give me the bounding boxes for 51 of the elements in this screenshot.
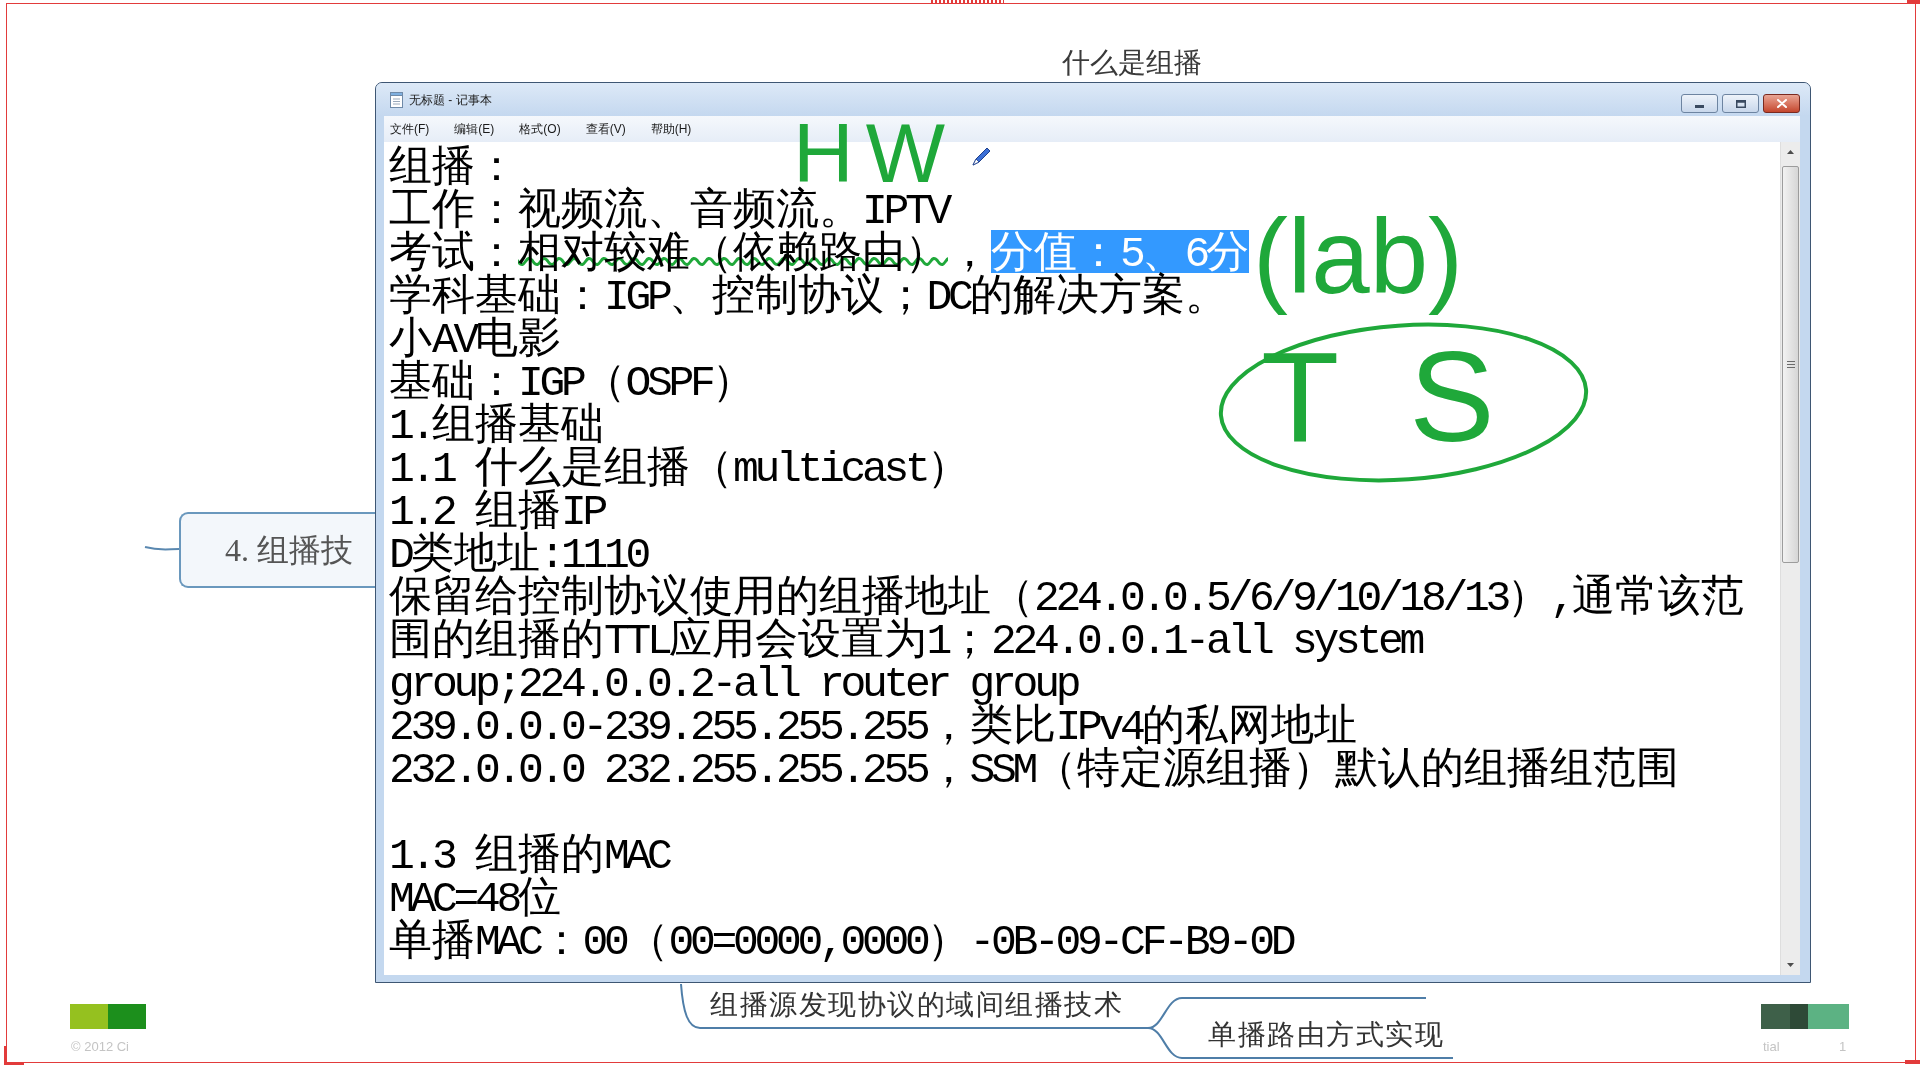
page-number: 1	[1839, 1039, 1847, 1055]
text-line: 基础：IGP（OSPF）	[389, 359, 755, 402]
dashed-marker-icon	[931, 0, 1004, 4]
close-button[interactable]	[1763, 94, 1800, 113]
text-line: 1.2 组播IP	[389, 488, 605, 531]
footer-text: tial	[1763, 1039, 1780, 1055]
text-line: 小AV电影	[389, 316, 561, 359]
menu-item[interactable]: 格式(O)	[513, 119, 567, 139]
corner-mark-icon	[4, 1046, 24, 1065]
minimize-button[interactable]	[1681, 94, 1718, 113]
text-line: 1.1 什么是组播（multicast）	[389, 445, 970, 488]
connector-line	[144, 546, 180, 551]
minimize-icon	[1695, 105, 1704, 108]
tile-logo-icon	[1761, 1004, 1849, 1029]
text-line: 单播MAC：00（00=0000,0000）-0B-09-CF-B9-0D	[389, 918, 1293, 961]
slide-title: 什么是组播	[1062, 47, 1202, 79]
menu-item[interactable]: 文件(F)	[384, 119, 436, 139]
text-line: group;224.0.0.2-all router group	[389, 660, 1078, 703]
corner-mark-icon	[1907, 0, 1920, 4]
mind-map-node: 单播路由方式实现	[1182, 1019, 1453, 1059]
menu-item[interactable]: 查看(V)	[579, 119, 632, 139]
text-line: 围的组播的TTL应用会设置为1；224.0.0.1-all system	[389, 617, 1422, 660]
mind-map-node: 组播源发现协议的域间组播技术	[700, 989, 1148, 1029]
connector-line	[680, 983, 701, 1029]
text-line: MAC=48位	[389, 875, 562, 918]
maximize-button[interactable]	[1722, 94, 1759, 113]
text-line: 1.3 组播的MAC	[389, 832, 669, 875]
text-line: 工作：视频流、音频流。IPTV	[389, 187, 949, 230]
text-line: 组播：	[389, 144, 518, 187]
menu-item[interactable]: 帮助(H)	[644, 119, 698, 139]
selected-text: 分值：5、6分	[991, 230, 1250, 273]
text-line: 1.组播基础	[389, 402, 604, 445]
handwritten-text: HW	[793, 122, 957, 185]
handwritten-text: TS	[1261, 333, 1495, 461]
corner-mark-icon	[1905, 1060, 1920, 1064]
text-line: 学科基础：IGP、控制协议；DC的解决方案。	[389, 273, 1228, 316]
pen-cursor-icon	[972, 146, 992, 166]
notepad-icon	[390, 91, 403, 108]
handwritten-text: (lab)	[1253, 197, 1464, 317]
grip-icon	[1786, 361, 1795, 368]
close-icon	[1776, 99, 1787, 108]
text-line: 保留给控制协议使用的组播地址（224.0.0.5/6/9/10/18/13）,通常该范	[389, 574, 1744, 617]
scrollbar[interactable]	[1780, 142, 1800, 975]
maximize-icon	[1735, 99, 1746, 108]
text-line: 232.0.0.0 232.255.255.255，SSM（特定源组播）默认的组播组范围	[389, 746, 1680, 789]
tile-logo-icon	[70, 1004, 146, 1029]
window-title: 无标题 - 记事本	[409, 91, 492, 109]
scrollbar-thumb[interactable]	[1782, 166, 1799, 563]
copyright-text: © 2012 Ci	[71, 1039, 129, 1055]
text-line: D类地址:1110	[389, 531, 648, 574]
menu-item[interactable]: 编辑(E)	[448, 119, 501, 139]
